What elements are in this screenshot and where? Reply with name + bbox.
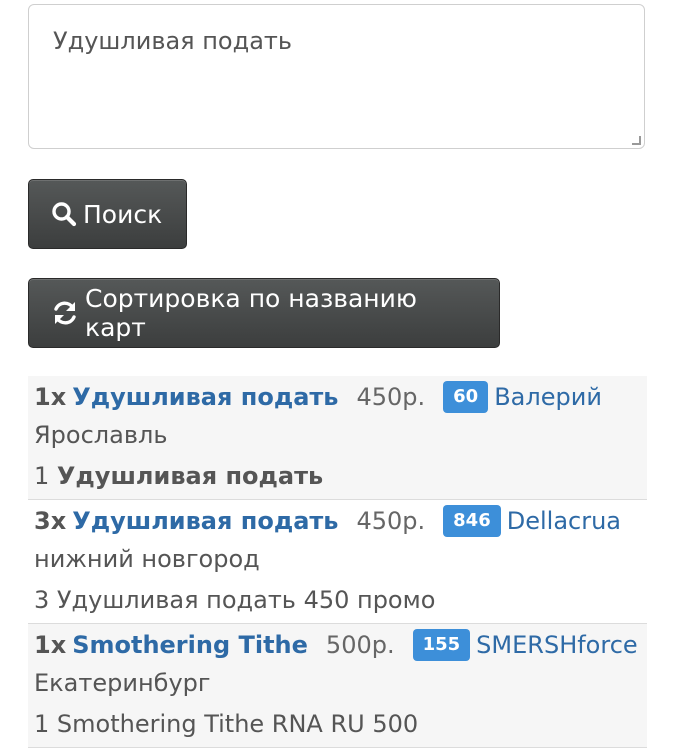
quantity: 3x bbox=[34, 507, 67, 535]
quantity: 1x bbox=[34, 631, 67, 659]
seller-city: Екатеринбург bbox=[34, 669, 211, 697]
description-bold-text: Удушливая подать bbox=[56, 462, 324, 490]
list-item: 1x Smothering Tithe 500р. 155 SMERSHforc… bbox=[28, 624, 647, 748]
price: 450р. bbox=[356, 507, 426, 535]
seller-rating-badge: 155 bbox=[412, 629, 471, 661]
sort-by-name-button[interactable]: Сортировка по названию карт bbox=[28, 278, 500, 348]
card-name-link[interactable]: Удушливая подать bbox=[72, 507, 338, 535]
sort-button-label: Сортировка по названию карт bbox=[85, 284, 417, 342]
price: 450р. bbox=[356, 383, 426, 411]
price: 500р. bbox=[325, 631, 395, 659]
seller-city: Ярославль bbox=[34, 421, 168, 449]
card-name-link[interactable]: Удушливая подать bbox=[72, 383, 338, 411]
seller-city: нижний новгород bbox=[34, 545, 260, 573]
results-list: 1x Удушливая подать 450р. 60 Валерий Яро… bbox=[28, 376, 647, 748]
item-description: 3 Удушливая подать 450 промо bbox=[34, 586, 436, 614]
resize-grip-icon[interactable] bbox=[632, 136, 641, 145]
seller-link[interactable]: Валерий bbox=[494, 383, 602, 411]
quantity: 1x bbox=[34, 383, 67, 411]
search-icon bbox=[51, 201, 77, 227]
seller-rating-badge: 60 bbox=[443, 381, 489, 413]
item-description: 1 Smothering Tithe RNA RU 500 bbox=[34, 710, 419, 738]
card-name-link[interactable]: Smothering Tithe bbox=[72, 631, 308, 659]
list-item: 3x Удушливая подать 450р. 846 Dellacrua … bbox=[28, 500, 647, 624]
seller-link[interactable]: Dellacrua bbox=[507, 507, 621, 535]
search-textarea[interactable]: Удушливая подать bbox=[28, 4, 645, 149]
description-text: 1 bbox=[34, 462, 57, 490]
refresh-icon bbox=[51, 299, 79, 327]
search-button[interactable]: Поиск bbox=[28, 179, 187, 249]
item-description: 1 Удушливая подать bbox=[34, 454, 641, 494]
seller-rating-badge: 846 bbox=[443, 505, 501, 537]
seller-link[interactable]: SMERSHforce bbox=[476, 631, 638, 659]
search-textarea-value: Удушливая подать bbox=[53, 27, 293, 55]
search-button-label: Поиск bbox=[83, 199, 163, 229]
list-item: 1x Удушливая подать 450р. 60 Валерий Яро… bbox=[28, 376, 647, 500]
